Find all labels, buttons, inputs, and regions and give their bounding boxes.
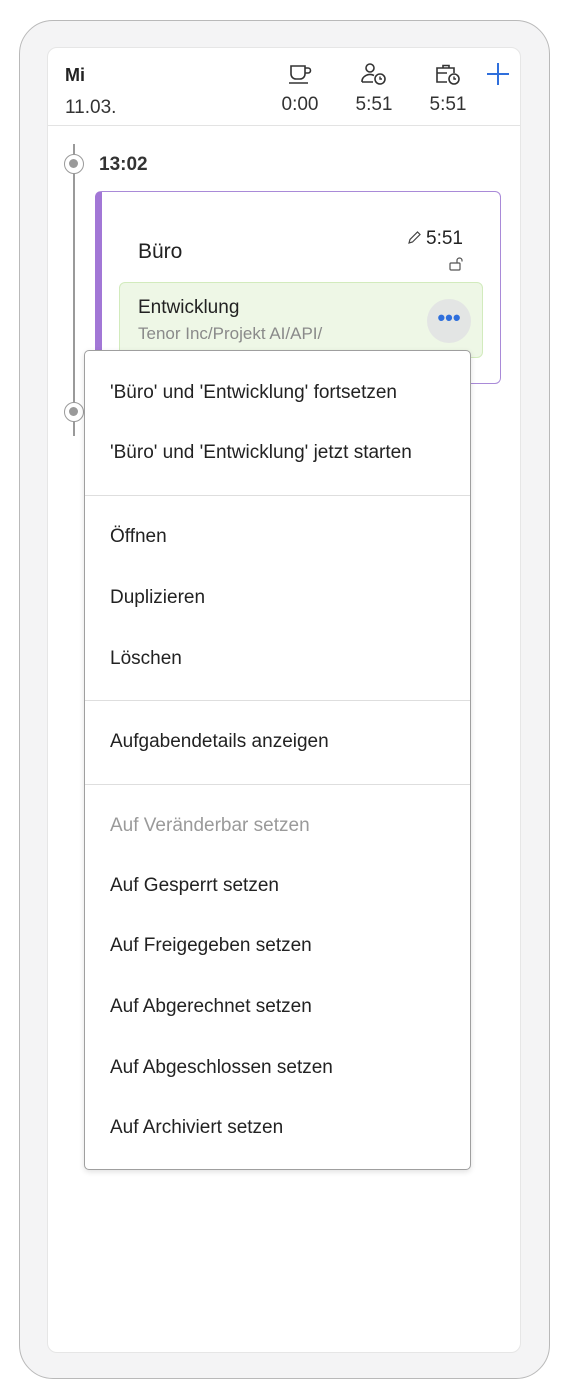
attendance-time-stat: 5:51: [344, 62, 404, 116]
more-options-button[interactable]: •••: [427, 299, 471, 343]
day-label: Mi: [65, 65, 85, 85]
menu-item-set-approved[interactable]: Auf Freigegeben setzen: [85, 921, 470, 971]
menu-item-set-editable: Auf Veränderbar setzen: [110, 815, 310, 836]
menu-item-set-billed[interactable]: Auf Abgerechnet setzen: [85, 982, 470, 1032]
menu-divider: [85, 495, 470, 496]
booking-duration: 5:51: [426, 228, 463, 249]
break-time-value: 0:00: [281, 94, 319, 115]
break-time-stat: 0:00: [270, 62, 330, 116]
menu-item-continue[interactable]: 'Büro' und 'Entwicklung' fortsetzen: [85, 368, 470, 418]
timeline-start-marker: [64, 154, 84, 174]
context-menu: 'Büro' und 'Entwicklung' fortsetzen 'Bür…: [84, 350, 471, 1170]
person-clock-icon: [361, 63, 386, 85]
menu-item-task-details[interactable]: Aufgabendetails anzeigen: [85, 717, 470, 767]
menu-divider: [85, 784, 470, 785]
timeline-start-time: 13:02: [99, 154, 148, 175]
more-dots-icon: •••: [437, 305, 461, 330]
task-path: Tenor Inc/Projekt AI/API/: [138, 324, 323, 343]
task-chip[interactable]: Entwicklung Tenor Inc/Projekt AI/API/ ••…: [119, 282, 483, 358]
coffee-cup-icon: [289, 65, 312, 84]
add-entry-button[interactable]: [484, 60, 512, 88]
work-time-value: 5:51: [429, 94, 467, 115]
pencil-icon: [408, 231, 421, 244]
date-label: 11.03.: [65, 97, 117, 118]
briefcase-clock-icon: [436, 64, 460, 85]
menu-divider: [85, 700, 470, 701]
menu-item-set-completed[interactable]: Auf Abgeschlossen setzen: [85, 1043, 470, 1093]
attendance-time-value: 5:51: [355, 94, 393, 115]
header-divider: [48, 125, 520, 126]
menu-item-delete[interactable]: Löschen: [85, 634, 470, 684]
task-name: Entwicklung: [138, 297, 240, 318]
menu-item-set-locked[interactable]: Auf Gesperrt setzen: [85, 861, 470, 911]
menu-item-duplicate[interactable]: Duplizieren: [85, 573, 470, 623]
menu-item-set-archived[interactable]: Auf Archiviert setzen: [85, 1103, 470, 1153]
work-time-stat: 5:51: [418, 62, 478, 116]
plus-icon: [487, 63, 509, 85]
timeline-end-marker: [64, 402, 84, 422]
timeline-line: [73, 144, 75, 436]
unlocked-icon: [449, 257, 463, 271]
booking-title: Büro: [138, 240, 183, 263]
menu-item-open[interactable]: Öffnen: [85, 512, 470, 562]
menu-item-start-now[interactable]: 'Büro' und 'Entwicklung' jetzt starten: [85, 428, 470, 478]
